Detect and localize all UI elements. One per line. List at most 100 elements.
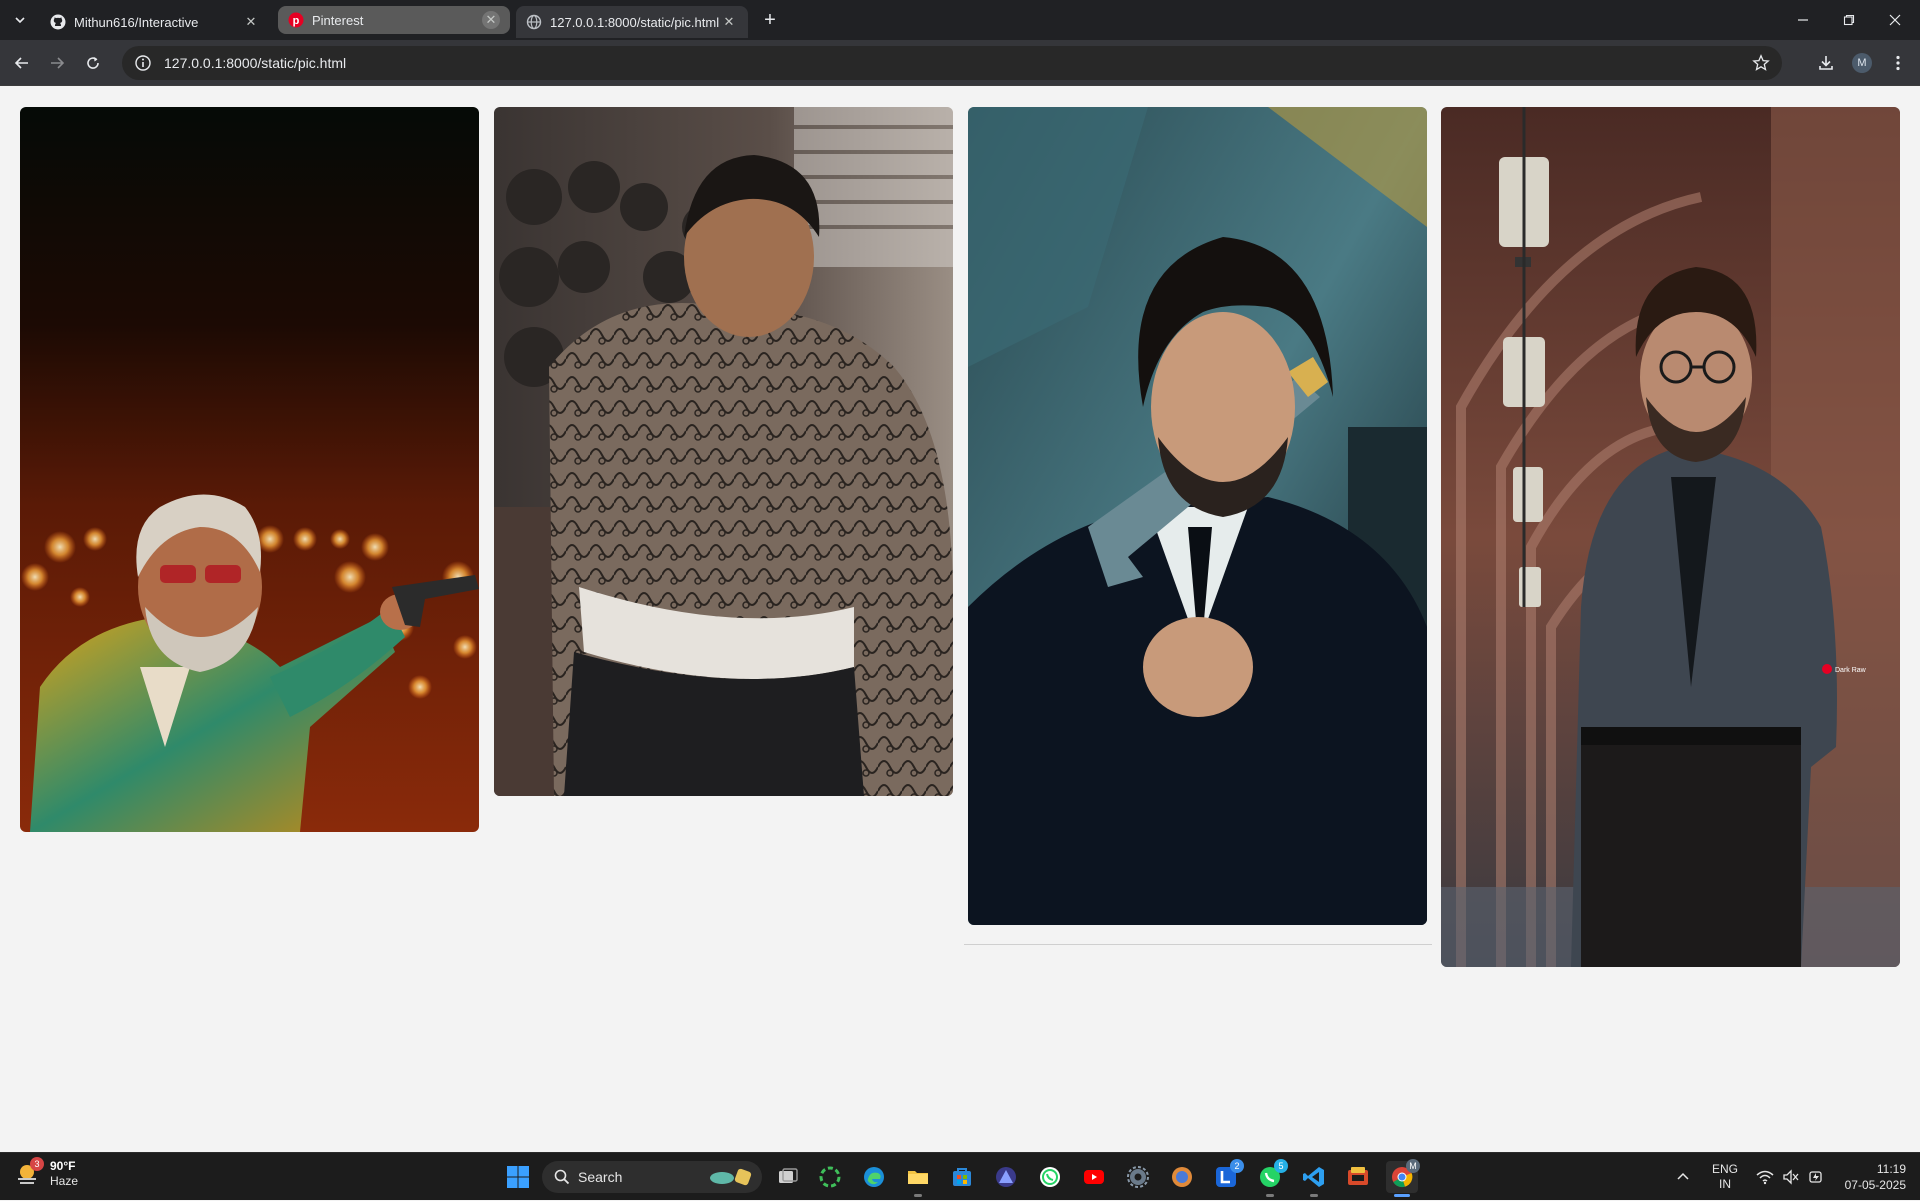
weather-widget[interactable]: 3 90°F Haze	[14, 1157, 79, 1189]
info-icon[interactable]	[134, 54, 152, 72]
region-code: IN	[1719, 1177, 1731, 1191]
tab-label: 127.0.0.1:8000/static/pic.html	[550, 14, 720, 30]
whatsapp-icon	[1040, 1167, 1060, 1187]
taskbar-whatsapp-web[interactable]	[1034, 1161, 1066, 1193]
reload-button[interactable]	[79, 49, 107, 77]
taskbar-file-explorer[interactable]	[902, 1161, 934, 1197]
back-button[interactable]	[8, 49, 36, 77]
watermark-text: Dark Raw	[1835, 667, 1867, 674]
avatar: M	[1852, 53, 1872, 73]
windows-icon	[507, 1166, 529, 1188]
more-vertical-icon	[1896, 55, 1900, 71]
taskbar-chrome[interactable]: M	[1386, 1159, 1420, 1197]
profile-button[interactable]: M	[1848, 49, 1876, 77]
taskbar-vscode[interactable]	[1298, 1161, 1330, 1197]
gear-icon	[1127, 1166, 1149, 1188]
clock-time: 11:19	[1876, 1162, 1906, 1176]
search-highlight-icon	[710, 1168, 752, 1186]
minimize-button[interactable]	[1780, 0, 1826, 40]
clock-date: 07-05-2025	[1844, 1178, 1906, 1192]
forward-button[interactable]	[43, 49, 71, 77]
divider	[964, 944, 1432, 945]
task-view-icon	[779, 1168, 798, 1183]
gallery-image-1[interactable]	[20, 107, 479, 832]
reload-icon	[87, 57, 99, 69]
gallery-image-3[interactable]	[968, 107, 1427, 925]
pinterest-icon: p	[288, 12, 304, 28]
search-icon	[554, 1169, 570, 1185]
language-code: ENG	[1712, 1162, 1739, 1176]
downloads-button[interactable]	[1812, 49, 1840, 77]
weather-condition: Haze	[50, 1174, 79, 1188]
bookmark-star-icon[interactable]	[1752, 54, 1770, 72]
browser-toolbar: 127.0.0.1:8000/static/pic.html M	[0, 40, 1920, 86]
new-tab-button[interactable]: +	[758, 8, 782, 32]
photo-tattooed-man	[494, 107, 953, 796]
close-tab-icon[interactable]: ✕	[242, 13, 260, 31]
minimize-icon	[1798, 19, 1808, 21]
chevron-up-icon	[1677, 1172, 1689, 1180]
edge-icon	[864, 1167, 884, 1187]
taskbar-edge[interactable]	[858, 1161, 890, 1193]
chevron-down-icon	[15, 17, 25, 24]
tab-localhost[interactable]: 127.0.0.1:8000/static/pic.html ✕	[516, 6, 748, 38]
arrow-left-icon	[14, 57, 28, 69]
wifi-icon	[1756, 1170, 1774, 1185]
close-window-button[interactable]	[1872, 0, 1918, 40]
globe-app-icon	[1172, 1167, 1192, 1187]
active-indicator	[1394, 1194, 1410, 1197]
tab-label: Mithun616/Interactive	[74, 14, 199, 30]
weather-badge: 3	[30, 1157, 44, 1171]
quick-settings[interactable]	[1756, 1153, 1824, 1201]
windows-taskbar: 3 90°F Haze Search 2 5 M ENG IN 11:19 07…	[0, 1152, 1920, 1200]
close-tab-icon[interactable]: ✕	[720, 13, 738, 31]
active-indicator	[1266, 1194, 1274, 1197]
close-tab-icon[interactable]: ✕	[482, 11, 500, 29]
address-bar[interactable]: 127.0.0.1:8000/static/pic.html	[122, 46, 1782, 80]
tab-label: Pinterest	[312, 12, 364, 28]
menu-button[interactable]	[1884, 49, 1912, 77]
tab-pinterest[interactable]: p Pinterest ✕	[278, 6, 510, 34]
weather-haze-icon: 3	[14, 1157, 44, 1187]
gallery-page: Dark Raw	[0, 86, 1920, 1152]
chrome-profile-badge: M	[1406, 1159, 1420, 1173]
task-view-button[interactable]	[772, 1161, 804, 1193]
taskbar-app-tool[interactable]	[1342, 1161, 1374, 1193]
green-spinner-icon	[819, 1166, 841, 1188]
restore-icon	[1843, 14, 1855, 26]
whatsapp-badge: 5	[1274, 1159, 1288, 1173]
taskbar-settings[interactable]	[1122, 1161, 1154, 1193]
active-indicator	[914, 1194, 922, 1197]
photo-floral-shirt-gunman	[20, 107, 479, 832]
tab-github[interactable]: Mithun616/Interactive ✕	[40, 6, 270, 38]
taskbar-store[interactable]	[946, 1161, 978, 1193]
store-icon	[953, 1168, 971, 1186]
taskbar-lens[interactable]: 2	[1210, 1159, 1244, 1193]
photo-corridor-man: Dark Raw	[1441, 107, 1900, 967]
taskbar-whatsapp[interactable]: 5	[1254, 1159, 1288, 1197]
tab-search-button[interactable]	[8, 8, 32, 32]
youtube-icon	[1084, 1170, 1104, 1184]
arrow-right-icon	[51, 57, 65, 69]
taskbar-app-delta[interactable]	[990, 1161, 1022, 1193]
svg-text:p: p	[293, 15, 300, 27]
taskbar-search[interactable]: Search	[542, 1161, 762, 1193]
taskbar-youtube[interactable]	[1078, 1161, 1110, 1193]
start-button[interactable]	[502, 1161, 534, 1193]
url-text[interactable]: 127.0.0.1:8000/static/pic.html	[164, 55, 346, 71]
show-hidden-icons-button[interactable]	[1676, 1153, 1690, 1201]
speaker-muted-icon	[1783, 1169, 1799, 1185]
lens-badge: 2	[1230, 1159, 1244, 1173]
taskbar-app-loading[interactable]	[814, 1161, 846, 1193]
gallery-image-2[interactable]	[494, 107, 953, 796]
taskbar-app-globe[interactable]	[1166, 1161, 1198, 1193]
restore-button[interactable]	[1826, 0, 1872, 40]
language-indicator[interactable]: ENG IN	[1712, 1153, 1738, 1201]
battery-charging-icon	[1809, 1171, 1822, 1183]
clock[interactable]: 11:19 07-05-2025	[1836, 1153, 1906, 1201]
globe-icon	[526, 14, 542, 30]
weather-temperature: 90°F	[50, 1159, 76, 1173]
download-icon	[1819, 56, 1833, 70]
gallery-image-4[interactable]: Dark Raw	[1441, 107, 1900, 967]
app-triangle-icon	[996, 1167, 1016, 1187]
